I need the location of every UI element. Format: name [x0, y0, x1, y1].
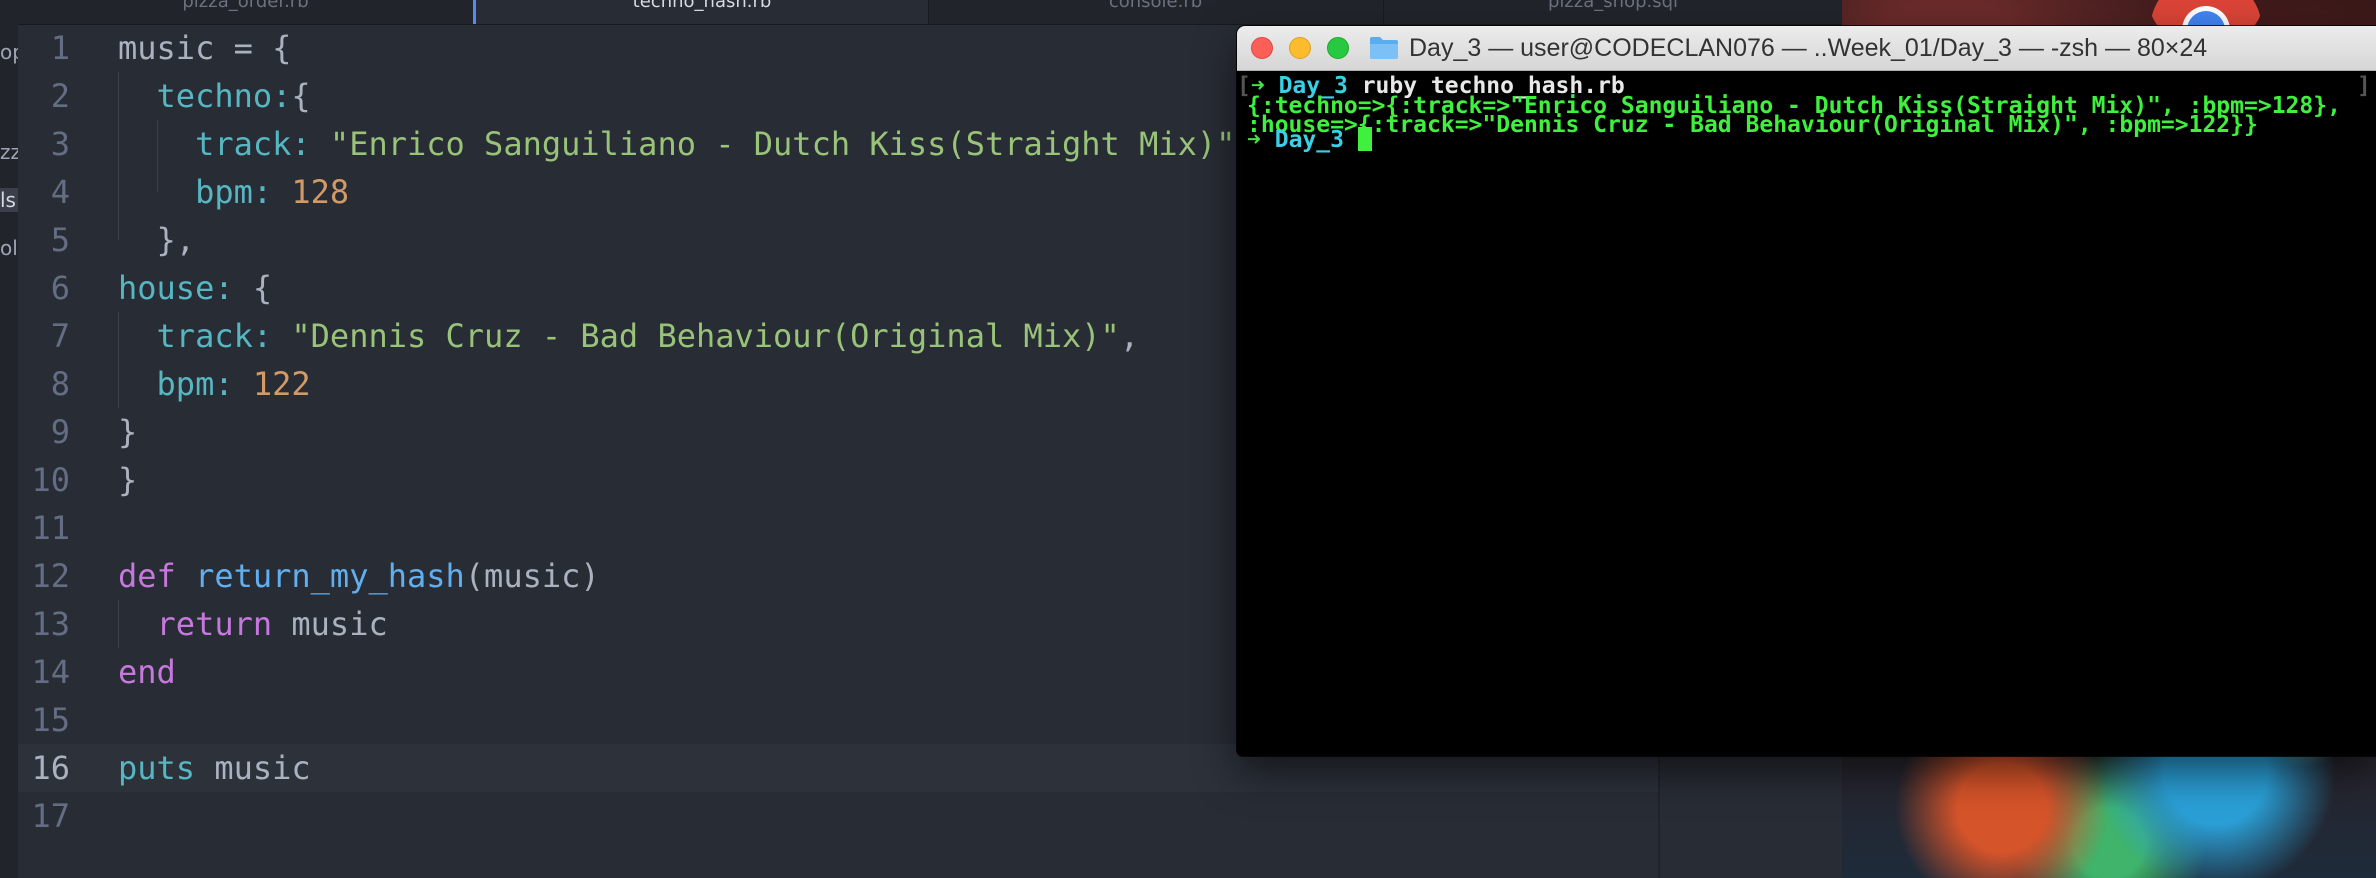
- terminal-body[interactable]: [➜ Day_3 ruby techno_hash.rb {:techno=>{…: [1237, 71, 2376, 756]
- sidebar-fragment-selected[interactable]: ls: [0, 188, 18, 212]
- code-token: puts: [118, 749, 196, 787]
- line-number: 8: [50, 365, 70, 403]
- line-number: 14: [31, 653, 70, 691]
- line-number: 1: [50, 29, 70, 67]
- tab-techno-hash[interactable]: techno_hash.rb: [473, 0, 929, 24]
- code-line[interactable]: house: {: [118, 264, 272, 312]
- code-token: techno:: [156, 77, 292, 115]
- terminal-line-prompt: ➜ Day_3: [1247, 127, 1372, 154]
- line-number: 4: [50, 173, 70, 211]
- tab-console[interactable]: console.rb: [928, 0, 1384, 24]
- code-token: }: [118, 413, 138, 451]
- code-line[interactable]: bpm: 122: [118, 360, 311, 408]
- minimize-button[interactable]: [1289, 37, 1311, 59]
- line-number: 12: [31, 557, 70, 595]
- terminal-cursor: [1357, 127, 1372, 151]
- line-number: 17: [31, 797, 70, 835]
- prompt-directory: Day_3: [1274, 127, 1344, 153]
- code-token: music: [272, 605, 388, 643]
- line-number: 11: [31, 509, 70, 547]
- code-line[interactable]: },: [118, 216, 196, 264]
- prompt-arrow-icon: ➜: [1247, 127, 1261, 153]
- code-line[interactable]: bpm: 128: [118, 168, 349, 216]
- line-number: 2: [50, 77, 70, 115]
- line-number: 6: [50, 269, 70, 307]
- code-line[interactable]: def return_my_hash(music): [118, 552, 600, 600]
- close-button[interactable]: [1251, 37, 1273, 59]
- code-line[interactable]: end: [118, 648, 176, 696]
- line-number: 16: [31, 749, 70, 787]
- code-token: bpm:: [195, 173, 273, 211]
- code-line[interactable]: puts music: [118, 744, 311, 792]
- code-line[interactable]: track: "Dennis Cruz - Bad Behaviour(Orig…: [118, 312, 1140, 360]
- sidebar-fragment[interactable]: ole: [0, 236, 18, 260]
- code-line[interactable]: music = {: [118, 24, 291, 72]
- code-token: track:: [156, 317, 273, 355]
- code-token: (music): [464, 557, 600, 595]
- code-line[interactable]: return music: [118, 600, 388, 648]
- code-token: track:: [195, 125, 311, 163]
- code-token: music = {: [118, 29, 292, 67]
- line-number: 13: [31, 605, 70, 643]
- code-token: house:: [118, 269, 234, 307]
- code-token: }: [118, 461, 138, 499]
- line-number: 5: [50, 221, 70, 259]
- tab-pizza-order[interactable]: pizza_order.rb: [18, 0, 474, 24]
- code-token: 128: [291, 173, 350, 211]
- line-number: 7: [50, 317, 70, 355]
- tab-pizza-shop-sql[interactable]: pizza_shop.sql: [1383, 0, 1844, 24]
- code-token: {: [291, 77, 311, 115]
- editor-tab-bar: pizza_order.rb techno_hash.rb console.rb…: [18, 0, 1844, 25]
- folder-icon: [1369, 36, 1399, 60]
- code-line[interactable]: }: [118, 408, 137, 456]
- terminal-titlebar[interactable]: Day_3 — user@CODECLAN076 — ..Week_01/Day…: [1237, 26, 2376, 71]
- code-token: end: [118, 653, 176, 691]
- zoom-button[interactable]: [1327, 37, 1349, 59]
- code-token: ,: [1119, 317, 1140, 355]
- code-line[interactable]: techno:{: [118, 72, 311, 120]
- code-token: def: [118, 557, 176, 595]
- code-token: "Enrico Sanguiliano - Dutch Kiss(Straigh…: [329, 125, 1236, 163]
- code-token: },: [118, 221, 196, 259]
- code-token: bpm:: [156, 365, 234, 403]
- code-token: 122: [252, 365, 311, 403]
- terminal-output-line: :house=>{:track=>"Dennis Cruz - Bad Beha…: [1247, 112, 2258, 138]
- tab-label: techno_hash.rb: [632, 0, 772, 12]
- terminal-window[interactable]: Day_3 — user@CODECLAN076 — ..Week_01/Day…: [1237, 26, 2376, 756]
- code-token: "Dennis Cruz - Bad Behaviour(Original Mi…: [291, 317, 1120, 355]
- terminal-title: Day_3 — user@CODECLAN076 — ..Week_01/Day…: [1409, 34, 2208, 62]
- line-number-gutter: 1 2 3 4 5 6 7 8 9 10 11 12 13 14 15 16 17: [18, 24, 90, 878]
- sidebar-fragment[interactable]: op: [0, 40, 18, 64]
- sidebar-fragment[interactable]: zz: [0, 140, 18, 164]
- tab-label: pizza_order.rb: [182, 0, 309, 12]
- tab-label: pizza_shop.sql: [1547, 0, 1679, 12]
- line-number: 9: [50, 413, 70, 451]
- code-token: return_my_hash: [195, 557, 465, 595]
- line-number: 15: [31, 701, 70, 739]
- tab-label: console.rb: [1108, 0, 1203, 12]
- code-token: return: [156, 605, 273, 643]
- code-line[interactable]: }: [118, 456, 137, 504]
- code-line[interactable]: track: "Enrico Sanguiliano - Dutch Kiss(…: [118, 120, 1235, 168]
- sidebar-strip: op zz ls ole: [0, 0, 18, 878]
- line-number: 3: [50, 125, 70, 163]
- terminal-bracket-right: ]: [2357, 73, 2371, 99]
- line-number: 10: [31, 461, 70, 499]
- code-token: music: [195, 749, 311, 787]
- code-token: {: [233, 269, 273, 307]
